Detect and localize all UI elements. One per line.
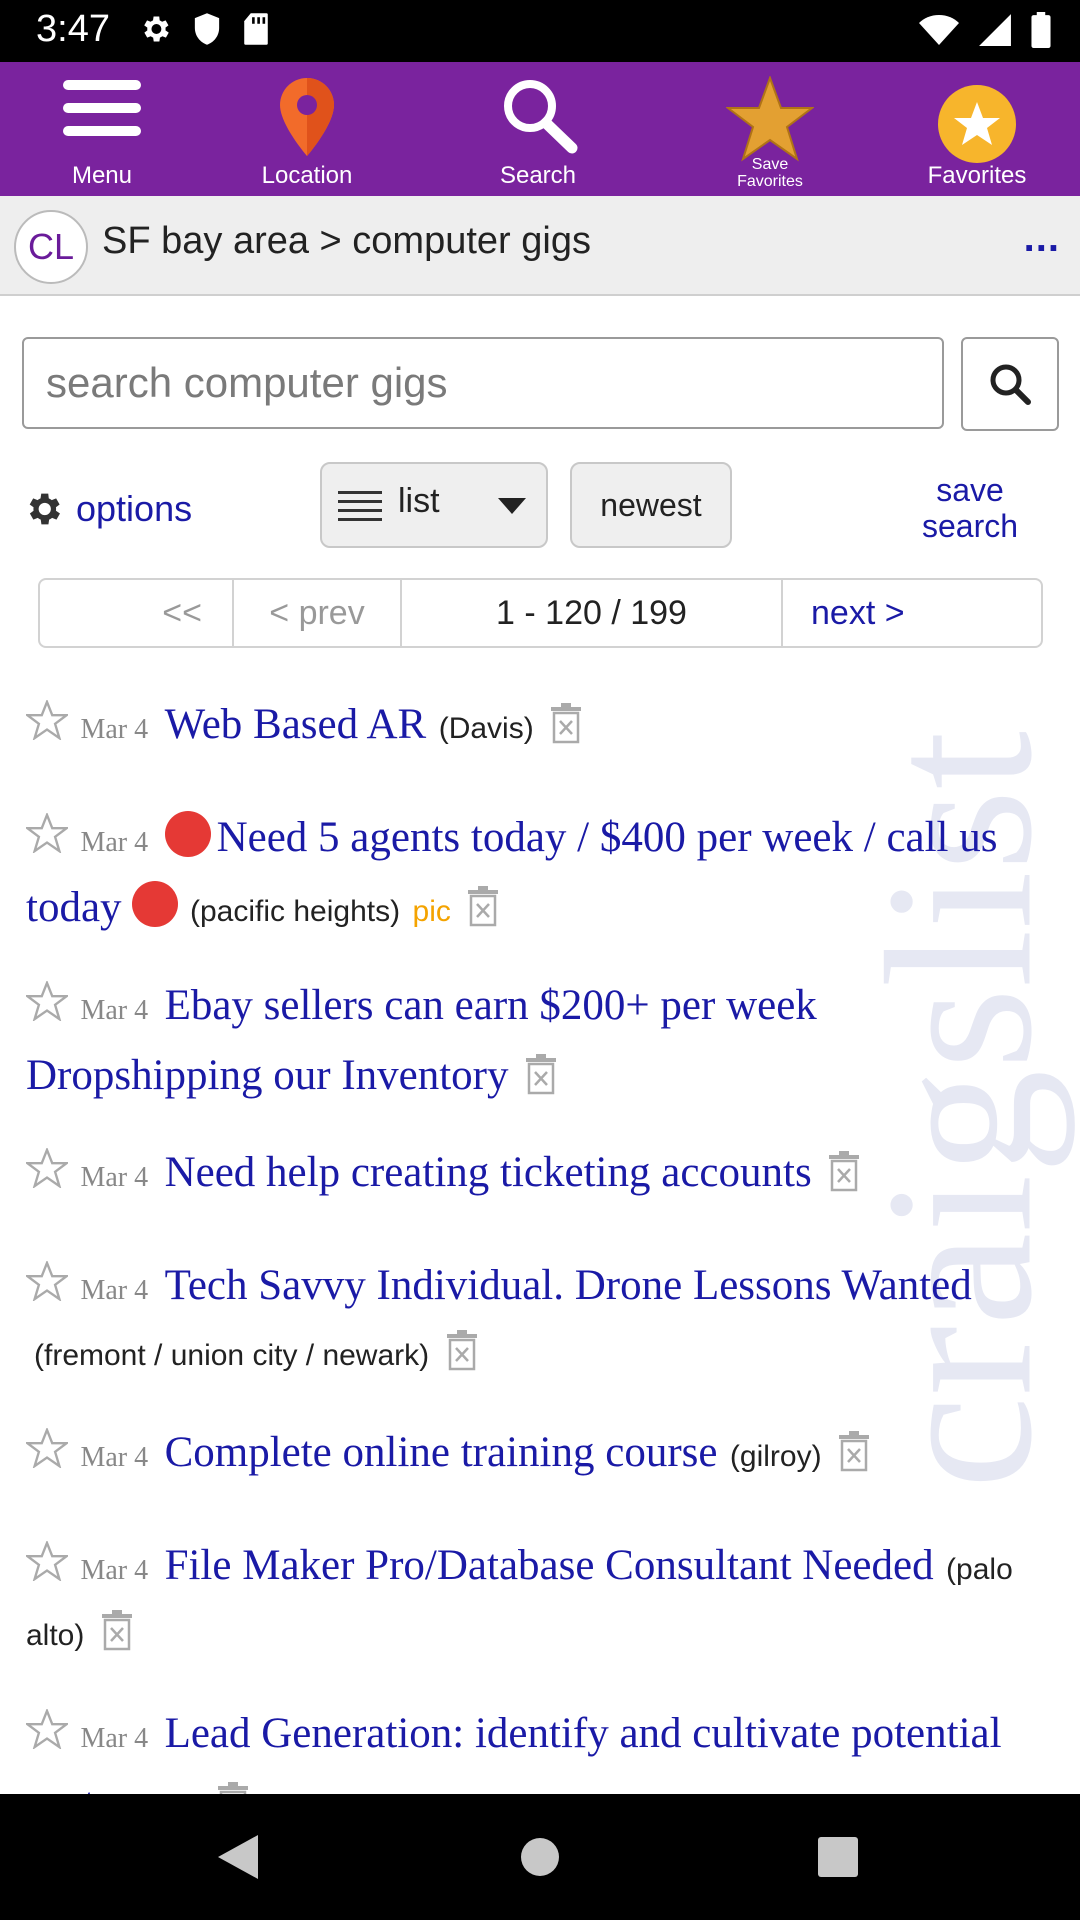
result-title-link[interactable]: Need help creating ticketing accounts	[165, 1149, 812, 1196]
hide-trash-icon[interactable]	[465, 885, 501, 927]
system-nav-bar	[0, 1794, 1080, 1920]
search-label: Search	[499, 162, 577, 189]
result-location: (pacific heights)	[190, 895, 401, 928]
favorite-star-icon[interactable]	[26, 1709, 68, 1749]
result-date: Mar 4	[80, 1442, 149, 1473]
location-button[interactable]: Location	[217, 62, 397, 196]
recents-button[interactable]	[768, 1794, 908, 1920]
hide-trash-icon[interactable]	[826, 1150, 862, 1192]
hamburger-menu-icon	[63, 80, 141, 136]
status-icons-right	[918, 12, 1052, 48]
recents-square-icon	[818, 1837, 858, 1877]
result-location: (gilroy)	[729, 1440, 822, 1473]
shield-icon	[194, 13, 220, 45]
app-toolbar: Menu Location Search Save Favorites Favo…	[0, 62, 1080, 196]
battery-icon	[1031, 12, 1051, 48]
list-item: Mar 4 Need help creating ticketing accou…	[26, 1142, 1036, 1212]
list-item: Mar 4 Ebay sellers can earn $200+ per we…	[26, 975, 1036, 1115]
result-date: Mar 4	[80, 714, 149, 745]
back-button[interactable]	[168, 1794, 308, 1920]
home-circle-icon	[521, 1838, 559, 1876]
search-icon	[504, 80, 578, 154]
result-title-link[interactable]: Complete online training course	[165, 1429, 718, 1476]
result-date: Mar 4	[80, 1275, 149, 1306]
search-toolbar-button[interactable]: Search	[448, 62, 628, 196]
list-icon	[338, 491, 382, 521]
options-button[interactable]: options	[22, 488, 192, 530]
favorite-star-icon[interactable]	[26, 1428, 68, 1468]
gear-icon	[29, 493, 60, 525]
hide-trash-icon[interactable]	[99, 1609, 135, 1651]
list-item: Mar 4 Web Based AR (Davis)	[26, 694, 1036, 764]
cl-logo[interactable]: CL	[14, 210, 88, 284]
favorite-star-icon[interactable]	[26, 813, 68, 853]
save-search-link[interactable]: save search	[910, 472, 1030, 544]
breadcrumb-bar: CL SF bay area > computer gigs ...	[0, 196, 1080, 296]
location-pin-icon	[280, 78, 334, 156]
list-item: Mar 4 Need 5 agents today / $400 per wee…	[26, 807, 1036, 947]
result-location: (Davis)	[438, 712, 534, 745]
dropdown-arrow-icon	[498, 498, 526, 514]
home-button[interactable]	[470, 1794, 610, 1920]
view-mode-label: list	[398, 482, 440, 520]
search-icon	[990, 364, 1031, 405]
wifi-icon	[919, 15, 959, 45]
pager-range: 1 - 120 / 199	[402, 580, 783, 646]
status-bar: 3:47	[0, 0, 1080, 62]
favorite-star-icon[interactable]	[26, 1148, 68, 1188]
list-item: Mar 4 Complete online training course (g…	[26, 1422, 1036, 1492]
list-item: Mar 4 File Maker Pro/Database Consultant…	[26, 1535, 1036, 1671]
favorites-button[interactable]: Favorites	[887, 62, 1067, 196]
location-label: Location	[261, 162, 353, 189]
more-options-button[interactable]: ...	[1024, 216, 1060, 261]
breadcrumb[interactable]: SF bay area > computer gigs	[102, 220, 591, 263]
sort-newest-button[interactable]: newest	[570, 462, 732, 548]
star-icon	[726, 76, 814, 162]
red-circle-emoji-icon	[131, 881, 178, 927]
favorite-star-icon[interactable]	[26, 1541, 68, 1581]
result-date: Mar 4	[80, 1162, 149, 1193]
result-date: Mar 4	[80, 1723, 149, 1754]
favorites-label: Favorites	[927, 162, 1027, 189]
gear-icon	[144, 16, 169, 42]
favorite-star-icon[interactable]	[26, 1261, 68, 1301]
search-submit-button[interactable]	[961, 337, 1059, 431]
result-date: Mar 4	[80, 827, 149, 858]
options-label: options	[76, 488, 193, 529]
save-favorites-label-text: Save Favorites	[737, 156, 803, 190]
red-circle-emoji-icon	[164, 811, 211, 857]
save-favorites-button[interactable]: Save Favorites	[680, 62, 860, 196]
result-date: Mar 4	[80, 995, 149, 1026]
result-title-link[interactable]: Web Based AR	[165, 701, 427, 748]
hide-trash-icon[interactable]	[444, 1329, 480, 1371]
result-title-link[interactable]: File Maker Pro/Database Consultant Neede…	[165, 1542, 934, 1589]
search-input[interactable]	[22, 337, 944, 429]
favorites-star-circle-icon	[938, 85, 1016, 163]
hide-trash-icon[interactable]	[548, 702, 584, 744]
menu-label: Menu	[71, 162, 133, 189]
menu-button[interactable]: Menu	[12, 62, 192, 196]
pager-next-link[interactable]: next >	[783, 580, 1041, 646]
cell-signal-icon	[979, 14, 1011, 46]
pager-first: <<	[40, 580, 234, 646]
result-title-link[interactable]: Tech Savvy Individual. Drone Lessons Wan…	[165, 1262, 972, 1309]
status-icons-left	[138, 12, 270, 46]
result-pic-tag: pic	[412, 895, 451, 928]
result-location: (fremont / union city / newark)	[34, 1339, 430, 1372]
status-time: 3:47	[36, 8, 110, 50]
hide-trash-icon[interactable]	[523, 1053, 559, 1095]
pager-prev: < prev	[234, 580, 402, 646]
favorite-star-icon[interactable]	[26, 700, 68, 740]
favorite-star-icon[interactable]	[26, 981, 68, 1021]
hide-trash-icon[interactable]	[836, 1430, 872, 1472]
list-item: Mar 4 Tech Savvy Individual. Drone Lesso…	[26, 1255, 1036, 1391]
view-mode-select[interactable]: list	[320, 462, 548, 548]
sd-card-icon	[244, 13, 268, 45]
result-date: Mar 4	[80, 1555, 149, 1586]
save-favorites-label: Save Favorites	[680, 156, 860, 190]
back-triangle-icon	[218, 1835, 258, 1879]
pager: << < prev 1 - 120 / 199 next >	[38, 578, 1043, 648]
